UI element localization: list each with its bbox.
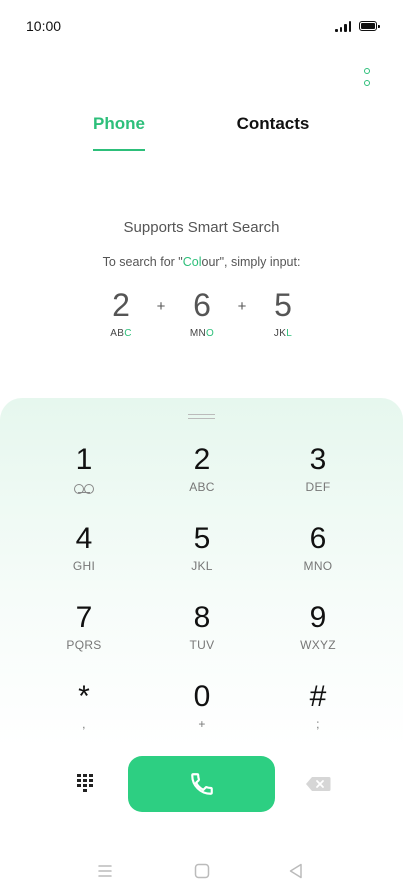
- more-vertical-icon: [364, 68, 370, 74]
- example-key-5: 5 JKL: [258, 286, 308, 339]
- example-digit: 5: [274, 287, 292, 323]
- menu-icon: [98, 865, 112, 877]
- key-digit: 8: [193, 601, 211, 634]
- key-6[interactable]: 6 MNO: [273, 521, 363, 587]
- smart-search-title: Supports Smart Search: [123, 219, 280, 236]
- key-letters: PQRS: [66, 638, 102, 652]
- example-letters-plain: AB: [110, 328, 125, 339]
- tab-phone[interactable]: Phone: [92, 114, 146, 134]
- tab-bar: Phone Contacts: [0, 114, 403, 154]
- key-digit: 4: [75, 522, 93, 555]
- hint-highlight: Col: [182, 255, 202, 269]
- key-digit: 0: [193, 680, 211, 713]
- dialpad-toggle-button[interactable]: [74, 772, 96, 794]
- key-letters: JKL: [191, 559, 213, 573]
- example-digit: 6: [193, 287, 211, 323]
- example-plus: +: [156, 298, 166, 315]
- key-digit: 1: [75, 443, 93, 476]
- key-digit: 9: [309, 601, 327, 634]
- example-letters-highlight: O: [206, 328, 215, 339]
- key-7[interactable]: 7 PQRS: [39, 600, 129, 666]
- key-letters: ,: [82, 717, 86, 731]
- voicemail-icon: [74, 484, 94, 494]
- example-digit: 2: [112, 287, 130, 323]
- key-digit: 7: [75, 601, 93, 634]
- drag-handle[interactable]: [188, 414, 215, 419]
- phone-handset-icon: [190, 773, 213, 795]
- battery-icon: [359, 21, 380, 31]
- hint-rest: our: [201, 255, 220, 269]
- key-digit: 5: [193, 522, 211, 555]
- key-letters: ;: [316, 717, 320, 731]
- smart-search-hint: To search for "Colour", simply input:: [0, 255, 403, 269]
- key-8[interactable]: 8 TUV: [157, 600, 247, 666]
- dialpad-panel: 1 2 ABC 3 DEF 4 GHI 5 JKL 6 MNO 7 PQRS 8…: [0, 398, 403, 896]
- more-vertical-icon-dot: [364, 80, 370, 86]
- example-letters-plain: JK: [273, 328, 287, 339]
- more-options-button[interactable]: [360, 68, 374, 86]
- example-key-6: 6 MNO: [177, 286, 227, 339]
- dialpad-icon: [77, 774, 81, 777]
- active-tab-indicator: [93, 149, 145, 151]
- key-letters: ABC: [189, 480, 215, 494]
- example-letters-highlight: L: [286, 328, 293, 339]
- key-3[interactable]: 3 DEF: [273, 442, 363, 508]
- key-letters: DEF: [305, 480, 331, 494]
- key-letters: +: [198, 717, 206, 731]
- status-bar: 10:00: [0, 0, 403, 52]
- key-9[interactable]: 9 WXYZ: [273, 600, 363, 666]
- status-time: 10:00: [26, 18, 62, 34]
- key-digit: *: [78, 680, 90, 713]
- key-hash[interactable]: # ;: [273, 679, 363, 745]
- hint-suffix: ", simply input:: [219, 255, 301, 269]
- example-letters: JKL: [258, 328, 308, 339]
- back-triangle-icon: [289, 863, 302, 879]
- signal-icon: [335, 20, 351, 32]
- key-2[interactable]: 2 ABC: [157, 442, 247, 508]
- key-5[interactable]: 5 JKL: [157, 521, 247, 587]
- status-icons: [335, 20, 380, 32]
- smart-search-example: 2 ABC + 6 MNO + 5 JKL: [0, 286, 403, 346]
- tab-contacts[interactable]: Contacts: [232, 114, 314, 134]
- nav-home-button[interactable]: [192, 861, 212, 881]
- key-0[interactable]: 0 +: [157, 679, 247, 745]
- nav-back-button[interactable]: [286, 861, 306, 881]
- key-letters: WXYZ: [300, 638, 336, 652]
- key-letters: GHI: [72, 559, 96, 573]
- call-button[interactable]: [128, 756, 275, 812]
- nav-menu-button[interactable]: [95, 861, 115, 881]
- example-letters: MNO: [177, 328, 227, 339]
- key-digit: 6: [309, 522, 327, 555]
- delete-button[interactable]: [305, 776, 331, 792]
- example-letters-plain: MN: [189, 328, 207, 339]
- hint-prefix: To search for ": [102, 255, 183, 269]
- key-star[interactable]: * ,: [39, 679, 129, 745]
- key-letters: MNO: [303, 559, 333, 573]
- key-digit: #: [309, 680, 327, 713]
- system-nav-bar: [0, 855, 403, 889]
- example-key-2: 2 ABC: [96, 286, 146, 339]
- example-plus: +: [237, 298, 247, 315]
- key-letters: TUV: [189, 638, 215, 652]
- key-4[interactable]: 4 GHI: [39, 521, 129, 587]
- example-letters: ABC: [96, 328, 146, 339]
- backspace-icon: [306, 777, 331, 791]
- key-letters: [39, 480, 129, 494]
- key-1[interactable]: 1: [39, 442, 129, 508]
- example-letters-highlight: C: [124, 328, 132, 339]
- key-digit: 3: [309, 443, 327, 476]
- key-digit: 2: [193, 443, 211, 476]
- home-square-icon: [194, 863, 210, 879]
